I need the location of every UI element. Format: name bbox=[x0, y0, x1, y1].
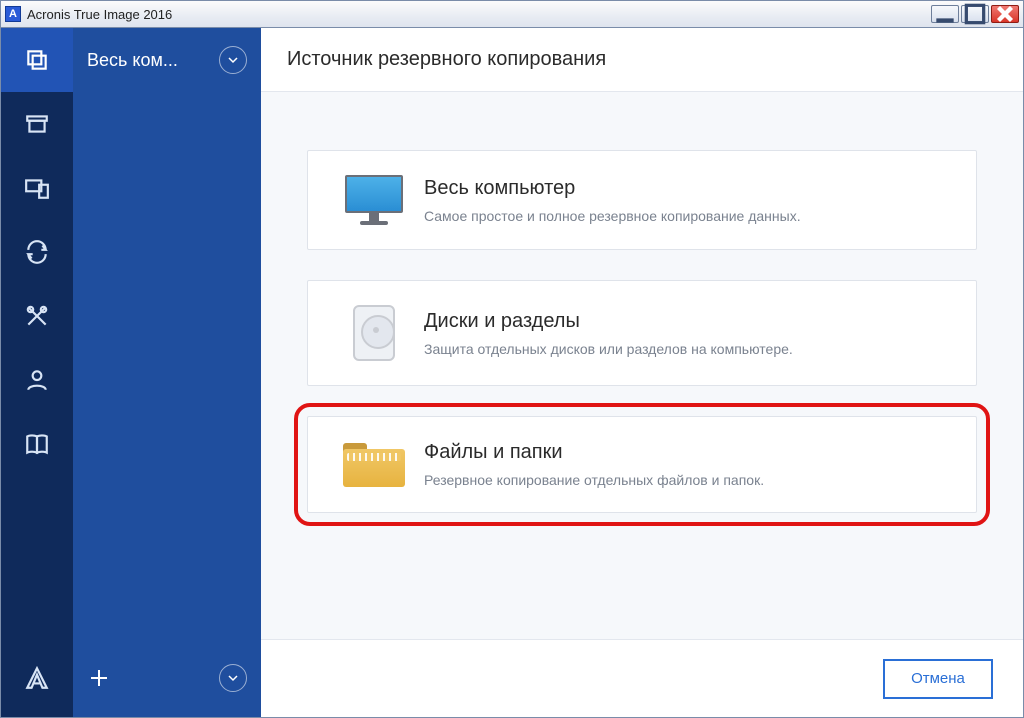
option-title: Весь компьютер bbox=[424, 177, 950, 200]
option-desc: Самое простое и полное резервное копиров… bbox=[424, 208, 950, 224]
maximize-button[interactable] bbox=[961, 5, 989, 23]
side-panel-expand-button[interactable] bbox=[219, 46, 247, 74]
account-icon bbox=[24, 367, 50, 393]
side-panel: Весь ком... bbox=[73, 28, 261, 717]
add-backup-button[interactable] bbox=[87, 666, 211, 690]
nav-item-backup[interactable] bbox=[1, 28, 73, 92]
folder-icon bbox=[334, 443, 414, 487]
main-panel: Источник резервного копирования Весь ком… bbox=[261, 28, 1023, 717]
window-titlebar: A Acronis True Image 2016 bbox=[0, 0, 1024, 28]
app-icon: A bbox=[5, 6, 21, 22]
option-title: Файлы и папки bbox=[424, 441, 950, 464]
nav-item-tools[interactable] bbox=[1, 284, 73, 348]
nav-item-devices[interactable] bbox=[1, 156, 73, 220]
main-body: Весь компьютер Самое простое и полное ре… bbox=[261, 92, 1023, 639]
option-files-folders[interactable]: Файлы и папки Резервное копирование отде… bbox=[307, 416, 977, 513]
disk-icon bbox=[334, 305, 414, 361]
cancel-button[interactable]: Отмена bbox=[883, 659, 993, 699]
nav-item-sync[interactable] bbox=[1, 220, 73, 284]
option-entire-computer[interactable]: Весь компьютер Самое простое и полное ре… bbox=[307, 150, 977, 250]
nav-item-logo[interactable] bbox=[1, 639, 73, 717]
nav-item-help[interactable] bbox=[1, 412, 73, 476]
sync-icon bbox=[24, 239, 50, 265]
book-icon bbox=[24, 431, 50, 457]
minimize-button[interactable] bbox=[931, 5, 959, 23]
chevron-down-icon bbox=[227, 672, 239, 684]
copy-icon bbox=[24, 47, 50, 73]
side-panel-more-button[interactable] bbox=[219, 664, 247, 692]
nav-rail bbox=[1, 28, 73, 717]
option-desc: Резервное копирование отдельных файлов и… bbox=[424, 472, 950, 488]
nav-item-account[interactable] bbox=[1, 348, 73, 412]
option-disks-partitions[interactable]: Диски и разделы Защита отдельных дисков … bbox=[307, 280, 977, 386]
main-header: Источник резервного копирования bbox=[261, 28, 1023, 92]
option-desc: Защита отдельных дисков или разделов на … bbox=[424, 341, 950, 357]
chevron-down-icon bbox=[227, 54, 239, 66]
side-panel-head[interactable]: Весь ком... bbox=[73, 28, 261, 92]
nav-item-archive[interactable] bbox=[1, 92, 73, 156]
main-footer: Отмена bbox=[261, 639, 1023, 717]
archive-icon bbox=[24, 111, 50, 137]
devices-icon bbox=[24, 175, 50, 201]
cancel-label: Отмена bbox=[911, 670, 965, 687]
window-title: Acronis True Image 2016 bbox=[27, 7, 172, 22]
side-panel-label: Весь ком... bbox=[87, 50, 211, 71]
page-title: Источник резервного копирования bbox=[287, 48, 606, 71]
option-title: Диски и разделы bbox=[424, 310, 950, 333]
window-body: Весь ком... Источни bbox=[0, 28, 1024, 718]
monitor-icon bbox=[334, 175, 414, 225]
tools-icon bbox=[24, 303, 50, 329]
plus-icon bbox=[87, 666, 111, 690]
acronis-logo-icon bbox=[24, 665, 50, 691]
close-button[interactable] bbox=[991, 5, 1019, 23]
